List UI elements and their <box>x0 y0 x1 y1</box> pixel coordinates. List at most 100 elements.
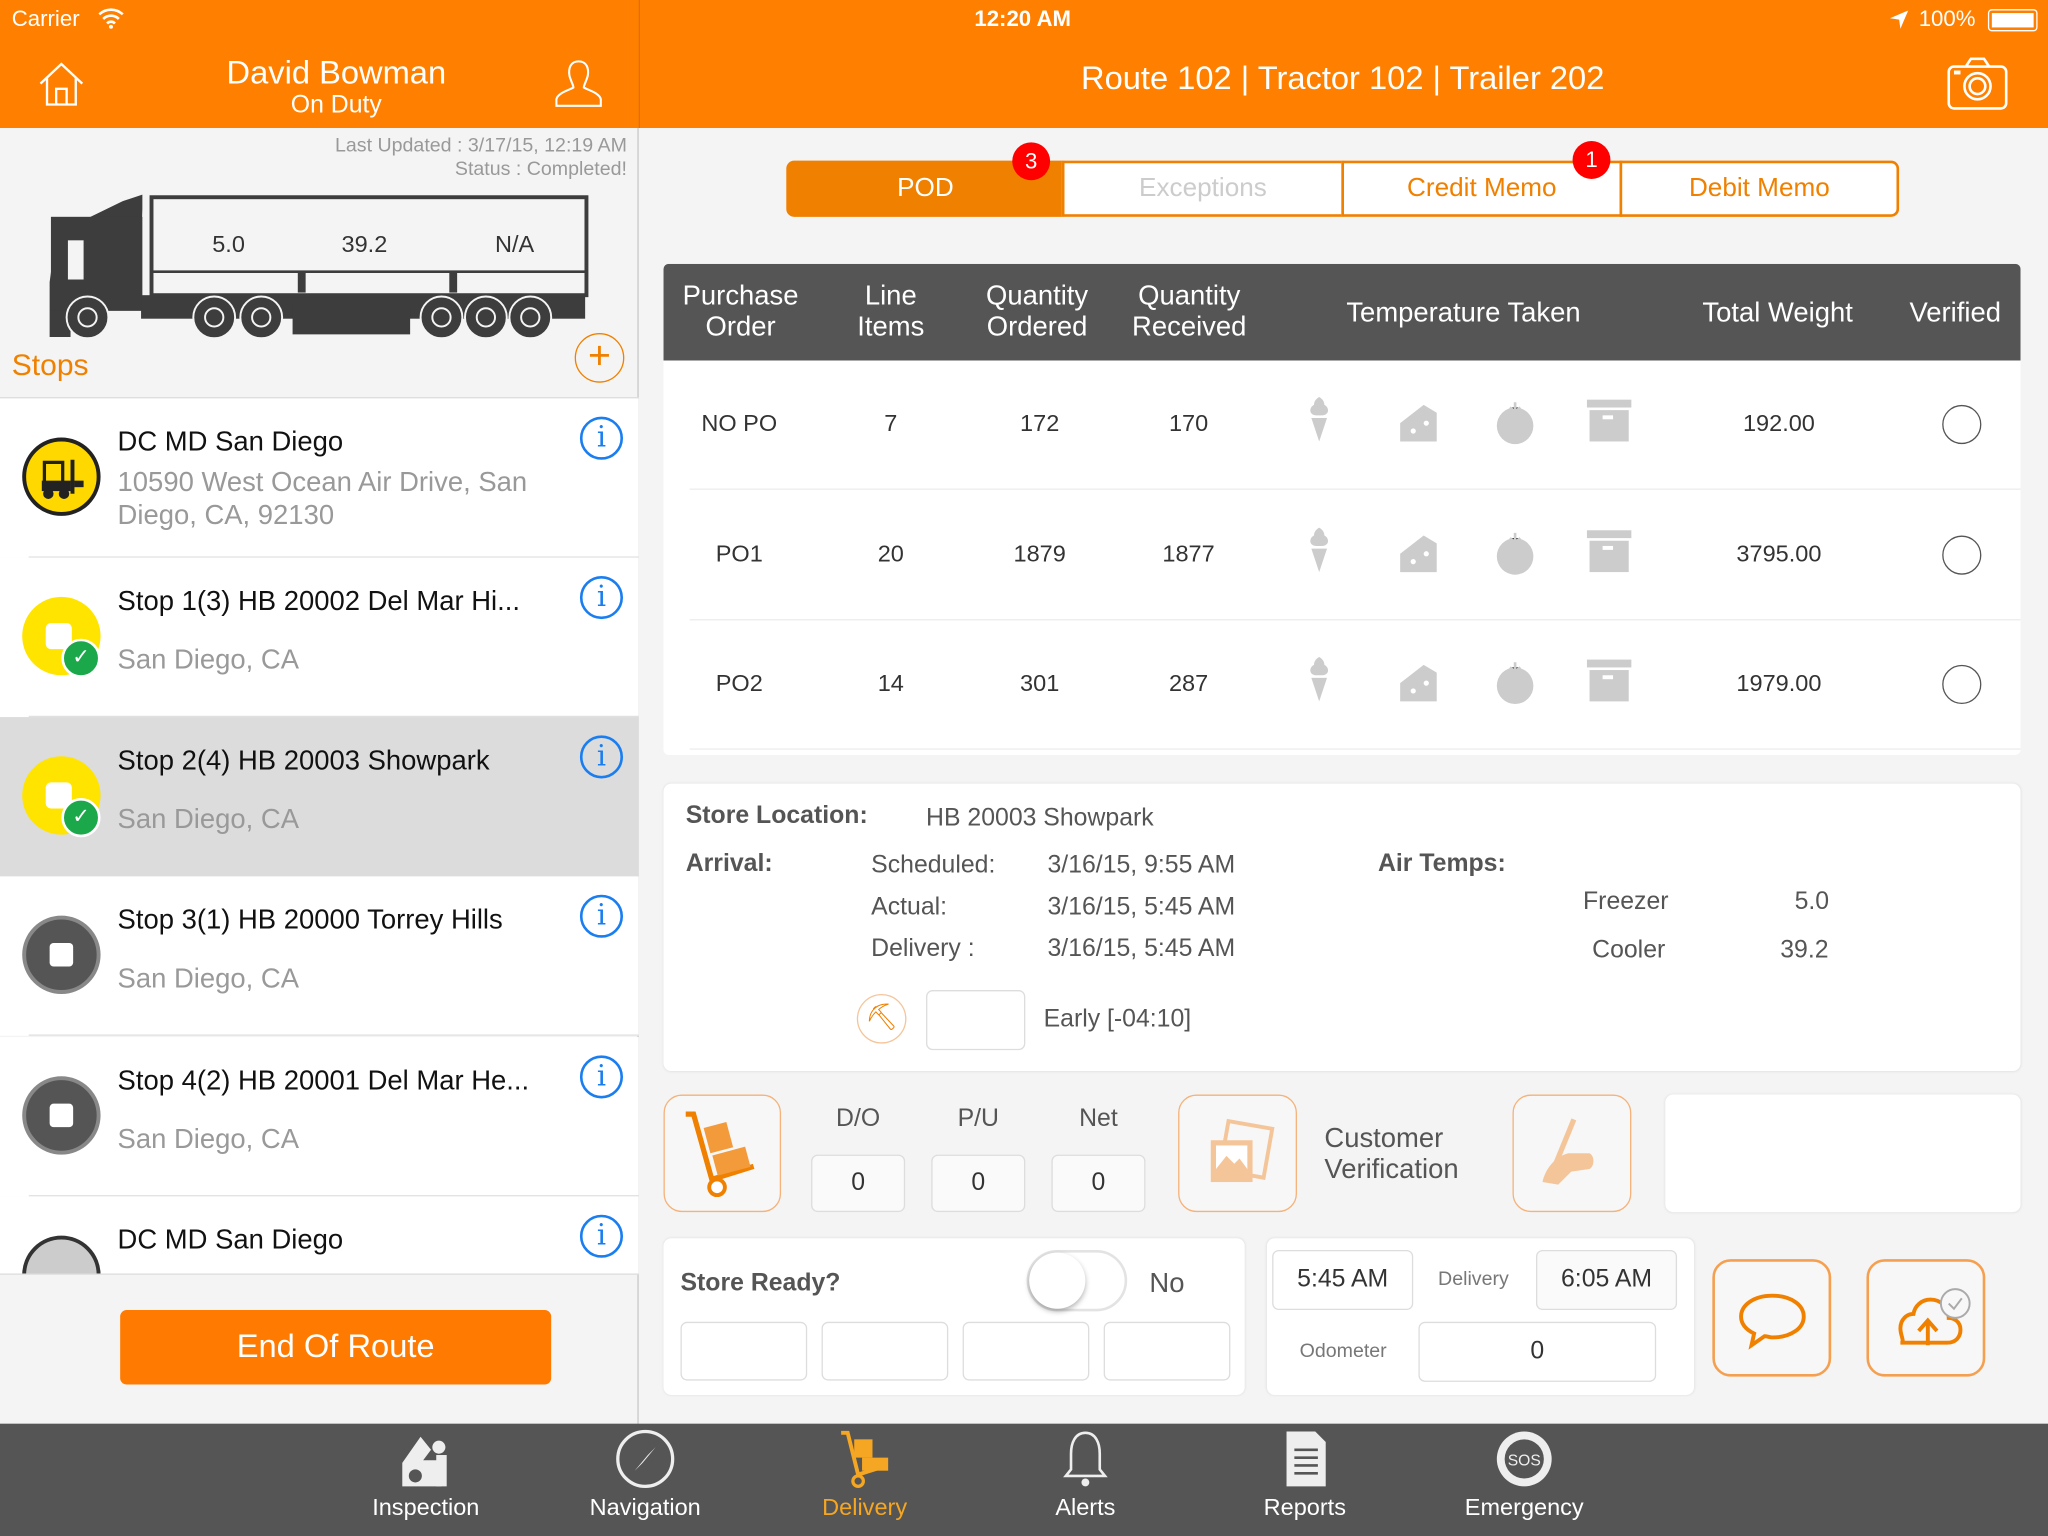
arrival-time-field[interactable]: 5:45 AM <box>1272 1249 1414 1311</box>
pu-field[interactable]: 0 <box>931 1154 1026 1213</box>
tab-debit-memo[interactable]: Debit Memo <box>1619 160 1900 217</box>
do-label: D/O <box>836 1104 881 1133</box>
route-title: Route 102 | Tractor 102 | Trailer 202 <box>1080 60 1605 97</box>
wifi-icon <box>98 8 124 29</box>
stop-item[interactable]: Stop 3(1) HB 20000 Torrey Hills San Dieg… <box>0 876 639 1036</box>
tab-alerts[interactable]: Alerts <box>1007 1429 1164 1522</box>
col-quantity-received: Quantity Received <box>1132 280 1247 343</box>
cell-weight: 192.00 <box>1742 410 1815 437</box>
store-location: HB 20003 Showpark <box>926 804 1154 832</box>
store-ready-field-4[interactable] <box>1103 1321 1231 1381</box>
bell-icon <box>1063 1431 1108 1487</box>
info-icon[interactable]: i <box>579 735 624 779</box>
verified-radio[interactable] <box>1942 534 1982 575</box>
tab-inspection[interactable]: Inspection <box>347 1429 504 1522</box>
user-profile-icon[interactable] <box>554 57 604 109</box>
route-status: Status : Completed! <box>454 158 627 181</box>
stop-address: San Diego, CA <box>117 645 299 676</box>
stop-item[interactable]: DC MD San Diego 10590 West Ocean Air Dri… <box>0 398 639 558</box>
stop-item-selected[interactable]: ✓ Stop 2(4) HB 20003 Showpark San Diego,… <box>0 717 639 877</box>
info-icon[interactable]: i <box>579 575 624 620</box>
early-reason-field[interactable] <box>926 990 1026 1051</box>
tomato-icon[interactable] <box>1492 657 1542 709</box>
svg-text:SOS: SOS <box>1508 1452 1541 1469</box>
cell-ordered: 1879 <box>1013 540 1066 567</box>
camera-icon[interactable] <box>1946 56 2009 111</box>
store-location-label: Store Location: <box>685 801 868 830</box>
box-icon[interactable] <box>1584 527 1634 579</box>
table-row[interactable]: PO2 14 301 287 1979.00 <box>664 620 2021 750</box>
store-ready-field-2[interactable] <box>821 1321 949 1381</box>
tab-navigation[interactable]: Navigation <box>567 1429 724 1522</box>
info-icon[interactable]: i <box>579 1214 624 1258</box>
signature-button[interactable] <box>1512 1094 1632 1213</box>
header-divider <box>638 0 640 128</box>
tab-label: Reports <box>1263 1494 1346 1521</box>
stop-title: Stop 4(2) HB 20001 Del Mar He... <box>117 1065 530 1096</box>
cheese-icon[interactable] <box>1395 397 1445 449</box>
cooler-label: Cooler <box>1592 936 1666 964</box>
ice-cream-icon[interactable] <box>1301 656 1351 709</box>
cell-line: 14 <box>877 670 904 697</box>
tab-exceptions[interactable]: Exceptions <box>1061 160 1344 217</box>
photo-button[interactable] <box>1178 1094 1297 1213</box>
table-header: Purchase Order Line Items Quantity Order… <box>663 263 2021 361</box>
end-of-route-button[interactable]: End Of Route <box>120 1310 552 1385</box>
stop-title: DC MD San Diego <box>117 1225 344 1256</box>
inspection-icon <box>402 1436 447 1487</box>
home-icon[interactable] <box>38 60 85 107</box>
cell-received: 287 <box>1168 670 1209 697</box>
info-icon[interactable]: i <box>579 894 624 938</box>
table-row[interactable]: PO1 20 1879 1877 3795.00 <box>664 490 2021 620</box>
box-icon[interactable] <box>1584 657 1634 709</box>
trailer-temp-dry: N/A <box>494 231 535 258</box>
info-icon[interactable]: i <box>579 1055 624 1099</box>
verified-radio[interactable] <box>1942 404 1982 445</box>
ice-cream-icon[interactable] <box>1301 397 1351 449</box>
clock: 12:20 AM <box>974 6 1072 32</box>
tomato-icon[interactable] <box>1492 527 1542 579</box>
tab-delivery[interactable]: Delivery <box>786 1429 943 1522</box>
delivery-time-field[interactable]: 6:05 AM <box>1535 1249 1678 1311</box>
actual-label: Actual: <box>871 893 948 921</box>
credit-memo-badge: 1 <box>1572 141 1611 179</box>
verified-radio[interactable] <box>1942 664 1982 704</box>
worker-icon[interactable]: ⛏ <box>856 993 907 1044</box>
tab-reports[interactable]: Reports <box>1226 1429 1383 1522</box>
net-label: Net <box>1079 1104 1118 1133</box>
do-field[interactable]: 0 <box>811 1154 906 1213</box>
stops-list[interactable]: DC MD San Diego 10590 West Ocean Air Dri… <box>0 398 639 1274</box>
box-icon[interactable] <box>1584 397 1634 449</box>
tab-emergency[interactable]: SOS Emergency <box>1446 1429 1603 1522</box>
carrier-label: Carrier <box>11 6 80 32</box>
table-row[interactable]: NO PO 7 172 170 192.00 <box>664 360 2021 490</box>
store-ready-field-1[interactable] <box>680 1321 808 1381</box>
store-ready-field-3[interactable] <box>962 1321 1090 1381</box>
net-field[interactable]: 0 <box>1051 1154 1146 1213</box>
tomato-icon[interactable] <box>1492 397 1542 449</box>
stop-item[interactable]: DC MD San Diego i <box>0 1196 639 1274</box>
tab-label: Emergency <box>1464 1494 1584 1521</box>
hand-truck-button[interactable] <box>663 1094 782 1213</box>
cell-received: 1877 <box>1162 540 1215 567</box>
odometer-field[interactable]: 0 <box>1418 1321 1657 1382</box>
forklift-icon <box>22 1235 101 1274</box>
cheese-icon[interactable] <box>1395 657 1445 709</box>
ice-cream-icon[interactable] <box>1301 527 1351 579</box>
stop-address: 10590 West Ocean Air Drive, San Diego, C… <box>117 467 528 531</box>
last-updated: Last Updated : 3/17/15, 12:19 AM <box>335 134 627 157</box>
stop-item[interactable]: ✓ Stop 1(3) HB 20002 Del Mar Hi... San D… <box>0 557 639 718</box>
cell-ordered: 172 <box>1020 410 1060 437</box>
tab-label: Delivery <box>822 1494 908 1521</box>
stop-pending-icon <box>22 915 101 994</box>
sos-icon: SOS <box>1496 1431 1552 1487</box>
add-stop-button[interactable]: + <box>574 333 625 383</box>
store-ready-value: No <box>1149 1268 1185 1299</box>
stop-item[interactable]: Stop 4(2) HB 20001 Del Mar He... San Die… <box>0 1037 639 1197</box>
cheese-icon[interactable] <box>1395 527 1445 579</box>
col-temperature-taken: Temperature Taken <box>1346 297 1581 328</box>
message-button[interactable] <box>1712 1259 1832 1377</box>
upload-button[interactable] <box>1866 1259 1986 1377</box>
store-ready-toggle[interactable] <box>1026 1249 1128 1312</box>
info-icon[interactable]: i <box>579 416 624 460</box>
